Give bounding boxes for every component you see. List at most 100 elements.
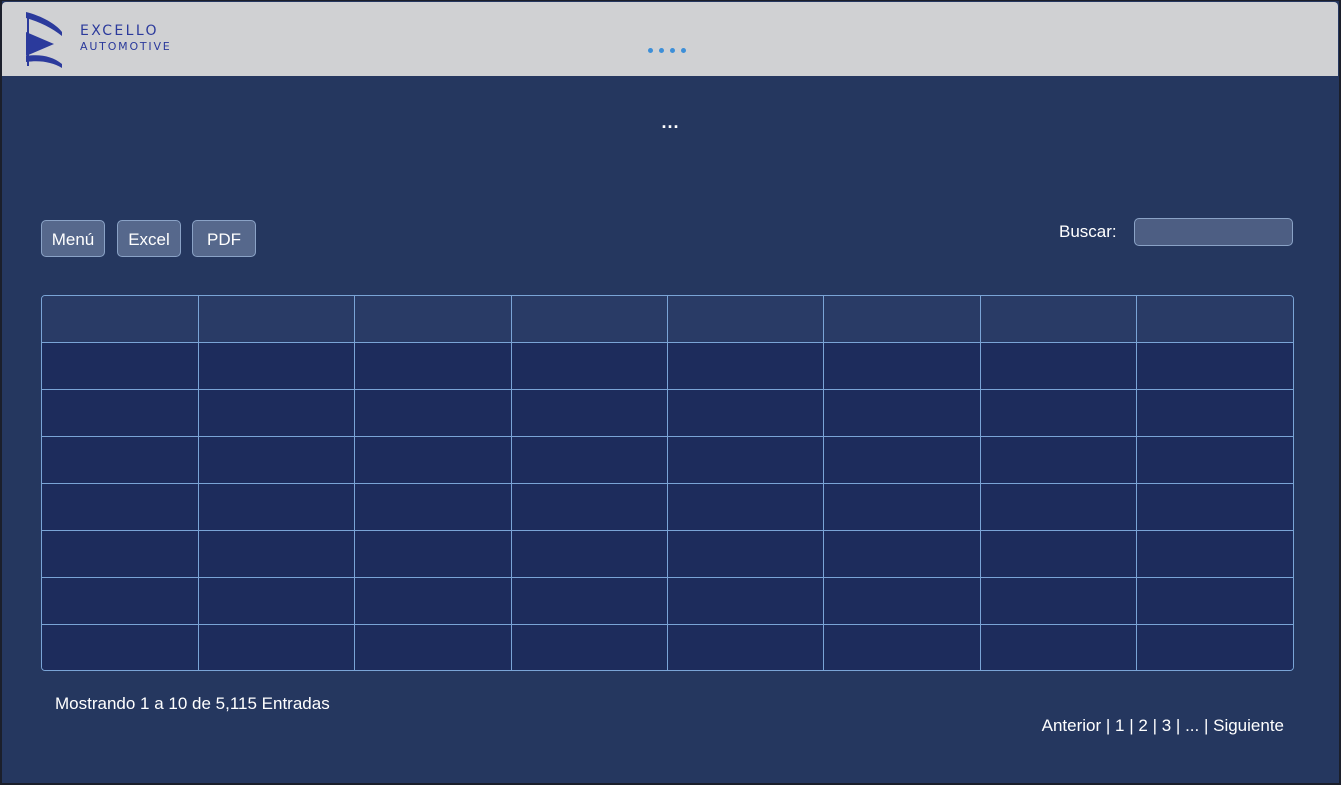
table-row[interactable]: [42, 577, 1293, 625]
table-cell: [354, 436, 512, 484]
table-cell: [42, 342, 199, 390]
table-cell: [666, 624, 825, 670]
table-header-cell[interactable]: [354, 296, 512, 343]
table-cell: [1136, 436, 1293, 484]
table-cell: [197, 436, 356, 484]
table-cell: [42, 624, 199, 670]
table-cell: [979, 577, 1138, 625]
table-row[interactable]: [42, 389, 1293, 437]
table-cell: [354, 624, 512, 670]
table-cell: [197, 483, 356, 531]
table-cell: [354, 483, 512, 531]
pagination-separator: |: [1199, 716, 1214, 735]
pagination-separator: |: [1147, 716, 1162, 735]
table-cell: [823, 483, 981, 531]
table-cell: [979, 389, 1138, 437]
table-cell: [823, 530, 981, 578]
page-title: ...: [661, 112, 680, 132]
table-cell: [197, 342, 356, 390]
table-cell: [197, 624, 356, 670]
table-cell: [823, 436, 981, 484]
table-cell: [979, 483, 1138, 531]
table-cell: [197, 530, 356, 578]
table-cell: [823, 577, 981, 625]
table-cell: [823, 389, 981, 437]
table-cell: [666, 389, 825, 437]
table-cell: [979, 436, 1138, 484]
table-cell: [823, 624, 981, 670]
table-cell: [510, 530, 669, 578]
table-cell: [1136, 577, 1293, 625]
table-row[interactable]: [42, 436, 1293, 484]
table-cell: [42, 577, 199, 625]
table-cell: [823, 342, 981, 390]
table-cell: [666, 436, 825, 484]
table-cell: [979, 342, 1138, 390]
pagination-page-2[interactable]: 2: [1138, 716, 1147, 735]
table-header-cell[interactable]: [510, 296, 669, 343]
table-cell: [354, 342, 512, 390]
loading-dot: [681, 48, 686, 53]
table-header-cell[interactable]: [197, 296, 356, 343]
loading-indicator: [648, 48, 686, 53]
pagination-separator: |: [1101, 716, 1116, 735]
data-table: [41, 295, 1294, 671]
search-label: Buscar:: [1059, 222, 1117, 241]
table-header-cell[interactable]: [823, 296, 981, 343]
excel-export-button[interactable]: Excel: [117, 220, 181, 257]
table-cell: [510, 436, 669, 484]
table-cell: [510, 577, 669, 625]
search-input[interactable]: [1134, 218, 1293, 246]
pagination-ellipsis[interactable]: ...: [1185, 716, 1199, 735]
table-header-cell[interactable]: [666, 296, 825, 343]
table-cell: [354, 530, 512, 578]
table-cell: [979, 530, 1138, 578]
table-cell: [42, 389, 199, 437]
table-cell: [42, 436, 199, 484]
brand-name: EXCELLO AUTOMOTIVE: [80, 22, 172, 54]
table-cell: [666, 342, 825, 390]
table-cell: [197, 389, 356, 437]
top-bar: EXCELLO AUTOMOTIVE: [2, 2, 1338, 76]
table-cell: [510, 483, 669, 531]
pagination: Anterior | 1 | 2 | 3 | ... | Siguiente: [1033, 693, 1284, 737]
table-cell: [354, 389, 512, 437]
loading-dot: [670, 48, 675, 53]
table-cell: [42, 483, 199, 531]
table-cell: [979, 624, 1138, 670]
table-cell: [666, 483, 825, 531]
pagination-prev[interactable]: Anterior: [1042, 716, 1102, 735]
pagination-page-3[interactable]: 3: [1162, 716, 1171, 735]
table-header-row: [42, 296, 1293, 343]
excello-logo-icon: [26, 12, 62, 68]
menu-button[interactable]: Menú: [41, 220, 105, 257]
table-row[interactable]: [42, 483, 1293, 531]
table-row[interactable]: [42, 342, 1293, 390]
pagination-separator: |: [1171, 716, 1186, 735]
loading-dot: [659, 48, 664, 53]
table-cell: [354, 577, 512, 625]
table-cell: [42, 530, 199, 578]
pdf-export-button[interactable]: PDF: [192, 220, 256, 257]
table-header-cell[interactable]: [42, 296, 199, 343]
brand-name-line2: AUTOMOTIVE: [80, 40, 172, 53]
brand-name-line1: EXCELLO: [80, 23, 159, 39]
pagination-page-1[interactable]: 1: [1115, 716, 1124, 735]
table-cell: [510, 624, 669, 670]
loading-dot: [648, 48, 653, 53]
table-cell: [1136, 530, 1293, 578]
table-cell: [197, 577, 356, 625]
table-cell: [510, 389, 669, 437]
table-cell: [1136, 342, 1293, 390]
table-header-cell[interactable]: [1136, 296, 1293, 343]
entries-info: Mostrando 1 a 10 de 5,115 Entradas: [55, 694, 330, 713]
table-cell: [510, 342, 669, 390]
table-cell: [1136, 624, 1293, 670]
pagination-next[interactable]: Siguiente: [1213, 716, 1284, 735]
table-row[interactable]: [42, 624, 1293, 670]
table-cell: [1136, 483, 1293, 531]
table-cell: [666, 530, 825, 578]
table-row[interactable]: [42, 530, 1293, 578]
table-header-cell[interactable]: [979, 296, 1138, 343]
table-cell: [1136, 389, 1293, 437]
